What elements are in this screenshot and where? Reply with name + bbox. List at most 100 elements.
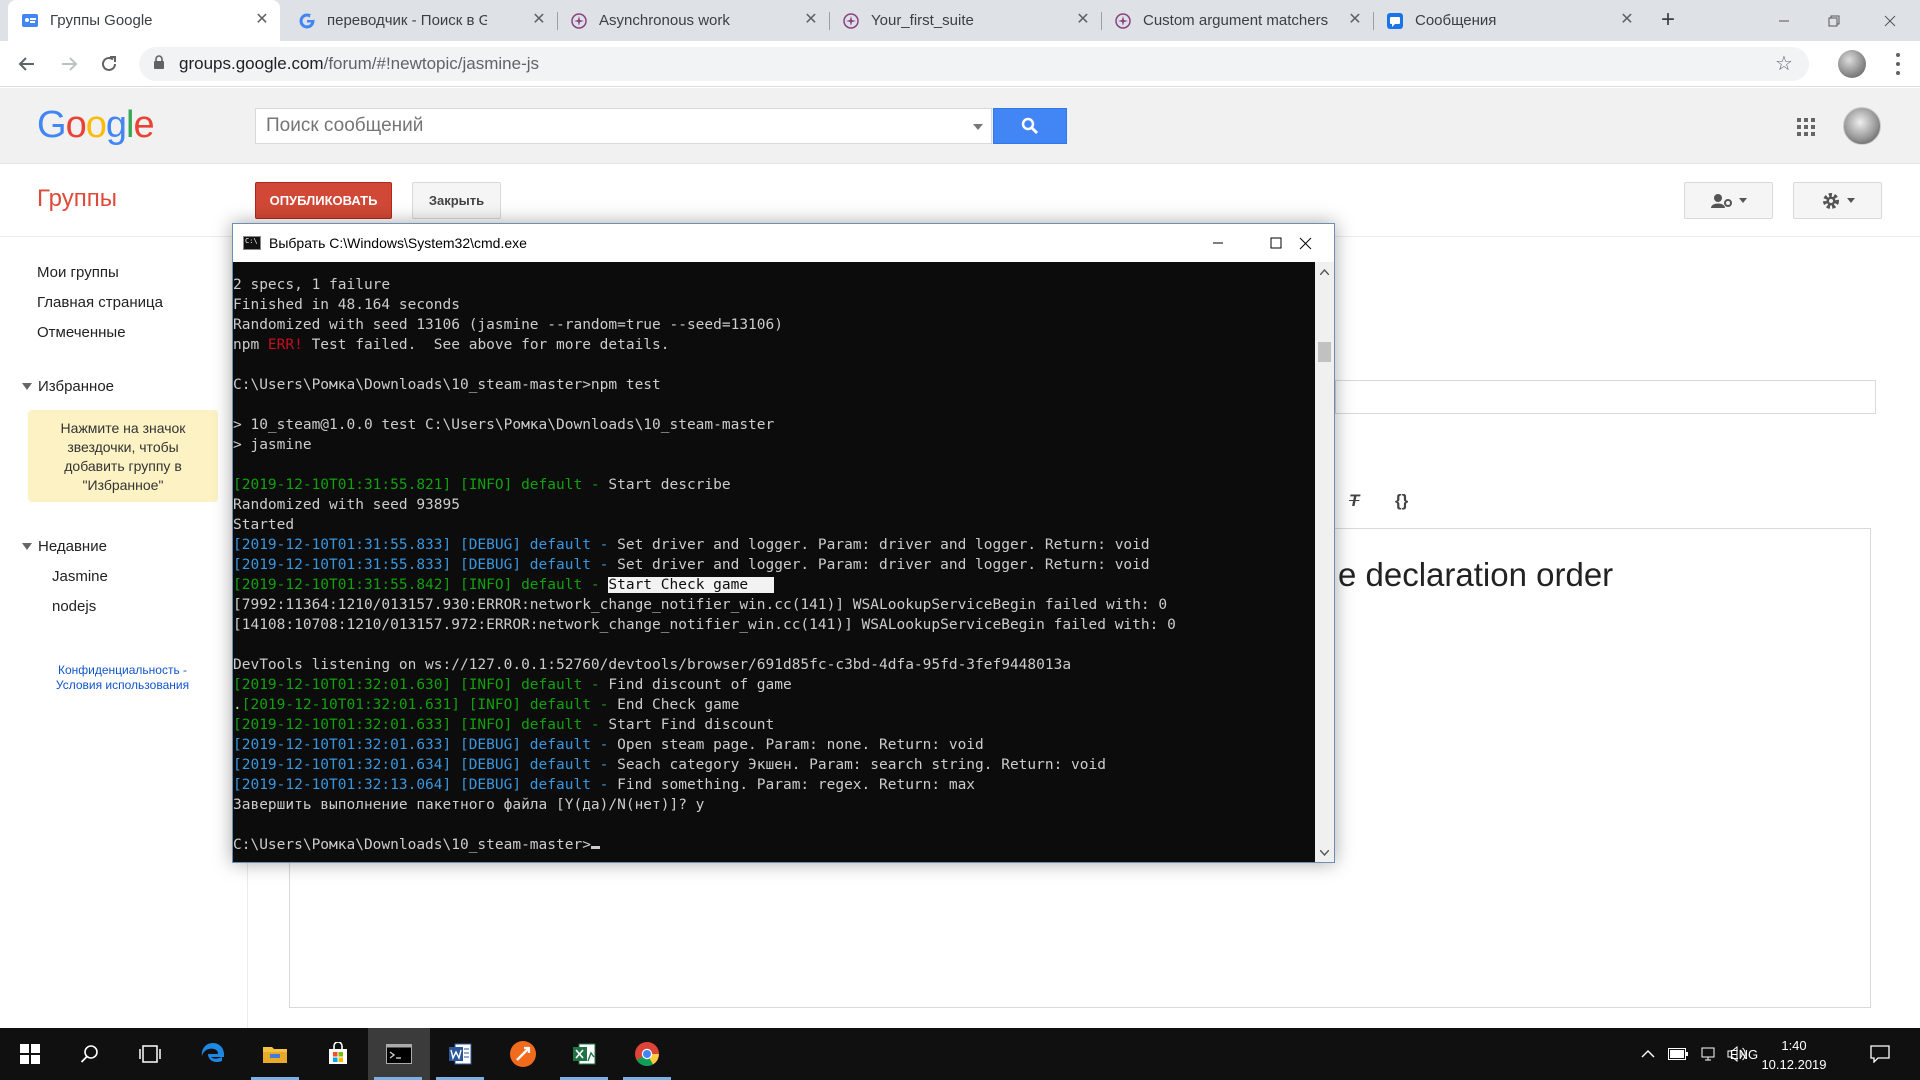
sidebar-item-my-groups[interactable]: Мои группы (37, 264, 119, 281)
console-output[interactable]: 2 specs, 1 failure Finished in 48.164 sec… (233, 262, 1315, 862)
close-icon[interactable]: ✕ (1075, 12, 1091, 28)
logo-letter: g (105, 104, 127, 146)
close-icon[interactable]: ✕ (803, 12, 819, 28)
jasmine-icon (571, 12, 587, 29)
reload-button[interactable] (95, 50, 123, 78)
cmd-title: Выбрать C:\Windows\System32\cmd.exe (269, 235, 527, 251)
cmd-icon (386, 1044, 412, 1064)
taskbar-clock[interactable]: 1:40 10.12.2019 (1754, 1036, 1834, 1074)
tab-google-groups[interactable]: Группы Google ✕ (8, 0, 280, 41)
taskbar-app-explorer[interactable] (245, 1028, 305, 1080)
address-bar[interactable]: groups.google.com/forum/#!newtopic/jasmi… (139, 47, 1809, 81)
task-view-button[interactable] (120, 1028, 180, 1080)
console-line: Завершить выполнение пакетного файла [Y(… (233, 795, 704, 815)
code-braces-icon[interactable]: {} (1395, 491, 1408, 511)
console-line: > 10_steam@1.0.0 test C:\Users\Ромка\Dow… (233, 415, 774, 435)
sidebar-item-jasmine[interactable]: Jasmine (52, 568, 108, 585)
search-icon (1021, 117, 1038, 134)
tab-title: Группы Google (50, 12, 153, 29)
console-scrollbar[interactable] (1315, 262, 1334, 862)
tab-asynchronous-work[interactable]: Asynchronous work ✕ (557, 0, 830, 41)
close-window-button[interactable] (1860, 0, 1920, 41)
clear-formatting-icon[interactable]: T (1349, 491, 1359, 511)
tab-translator-search[interactable]: переводчик - Поиск в Google ✕ (285, 0, 558, 41)
restore-icon (1828, 15, 1840, 26)
profile-avatar[interactable] (1838, 50, 1866, 78)
console-segment: Start Find discount (608, 717, 775, 733)
console-segment: C:\Users\Ромка\Downloads\10_steam-master… (233, 837, 591, 853)
taskbar-app-store[interactable] (308, 1028, 368, 1080)
sidebar-section-favorites[interactable]: Избранное (22, 378, 114, 395)
subject-field[interactable] (1335, 380, 1876, 414)
file-explorer-icon (263, 1047, 287, 1063)
bookmark-star-icon[interactable]: ☆ (1775, 54, 1795, 74)
tab-messages[interactable]: Сообщения ✕ (1373, 0, 1645, 41)
chevron-down-icon (1738, 198, 1747, 203)
account-avatar[interactable] (1843, 107, 1881, 145)
forward-button[interactable] (55, 50, 83, 78)
console-line: [2019-12-10T01:32:01.633] [INFO] default… (233, 715, 774, 735)
taskbar-search-button[interactable] (60, 1028, 120, 1080)
close-icon[interactable]: ✕ (531, 12, 547, 28)
console-segment: Started (233, 517, 295, 533)
sidebar-section-recent[interactable]: Недавние (22, 538, 107, 555)
back-button[interactable] (13, 50, 41, 78)
browser-menu-button[interactable] (1888, 51, 1908, 77)
cmd-window: Выбрать C:\Windows\System32\cmd.exe 2 sp… (232, 223, 1335, 863)
apps-grid-icon[interactable] (1797, 118, 1815, 136)
close-button[interactable]: Закрыть (412, 182, 501, 219)
sidebar-item-nodejs[interactable]: nodejs (52, 598, 96, 615)
sidebar-item-starred[interactable]: Отмеченные (37, 324, 126, 341)
chrome-icon (635, 1042, 659, 1067)
close-icon[interactable]: ✕ (254, 12, 270, 28)
editor-visible-text: e declaration order (1338, 556, 1614, 593)
battery-icon[interactable] (1664, 1028, 1692, 1080)
cmd-close-button[interactable] (1276, 224, 1334, 262)
taskbar-app-word[interactable] (430, 1028, 490, 1080)
member-settings-button[interactable] (1684, 182, 1773, 219)
cmd-minimize-button[interactable] (1189, 224, 1247, 262)
console-segment: [2019-12-10T01:31:55.833] [DEBUG] defaul… (233, 557, 618, 573)
taskbar-app-cmd[interactable] (368, 1028, 430, 1080)
tab-your-first-suite[interactable]: Your_first_suite ✕ (829, 0, 1102, 41)
clock-date: 10.12.2019 (1761, 1057, 1827, 1072)
gear-icon (1822, 192, 1839, 209)
taskbar-app-excel[interactable] (554, 1028, 614, 1080)
network-icon[interactable] (1694, 1028, 1722, 1080)
cmd-title-bar[interactable]: Выбрать C:\Windows\System32\cmd.exe (233, 224, 1334, 262)
console-segment: [2019-12-10T01:31:55.842] [INFO] default… (233, 577, 609, 593)
restore-button[interactable] (1804, 0, 1864, 41)
notifications-icon[interactable] (1858, 1028, 1902, 1080)
settings-button[interactable] (1793, 182, 1882, 219)
search-input[interactable] (256, 115, 936, 137)
taskbar-app-edge[interactable] (183, 1028, 243, 1080)
console-segment: [2019-12-10T01:32:01.633] [INFO] default… (233, 717, 609, 733)
tab-title: Сообщения (1415, 12, 1497, 29)
search-button[interactable] (993, 108, 1067, 144)
tray-chevron-up-icon[interactable] (1636, 1028, 1660, 1080)
sidebar-item-home[interactable]: Главная страница (37, 294, 163, 311)
console-line: DevTools listening on ws://127.0.0.1:527… (233, 655, 1071, 675)
console-line: [2019-12-10T01:31:55.833] [DEBUG] defaul… (233, 555, 1150, 575)
scroll-thumb[interactable] (1318, 342, 1331, 362)
app-orange-icon (510, 1041, 536, 1067)
taskbar-app-orange[interactable] (493, 1028, 553, 1080)
console-segment: [2019-12-10T01:32:13.064] [DEBUG] defaul… (233, 777, 618, 793)
tab-custom-argument-matchers[interactable]: Custom argument matchers ✕ (1101, 0, 1374, 41)
groups-title[interactable]: Группы (37, 185, 117, 213)
privacy-link[interactable]: Конфиденциальность - (30, 663, 215, 678)
scroll-up-icon[interactable] (1315, 262, 1334, 281)
terms-link[interactable]: Условия использования (30, 678, 215, 693)
search-options-dropdown-icon[interactable] (973, 124, 983, 130)
new-tab-button[interactable]: + (1654, 6, 1682, 34)
chat-icon (1387, 12, 1403, 29)
close-icon[interactable]: ✕ (1347, 12, 1363, 28)
publish-button[interactable]: ОПУБЛИКОВАТЬ (255, 182, 392, 219)
close-icon[interactable]: ✕ (1619, 12, 1635, 28)
google-logo[interactable]: Google (37, 104, 155, 147)
console-segment: Завершить выполнение пакетного файла [Y(… (233, 797, 705, 813)
console-segment: Find something. Param: regex. Return: ma… (617, 777, 976, 793)
start-button[interactable] (0, 1028, 60, 1080)
taskbar-app-chrome[interactable] (617, 1028, 677, 1080)
scroll-down-icon[interactable] (1315, 843, 1334, 862)
